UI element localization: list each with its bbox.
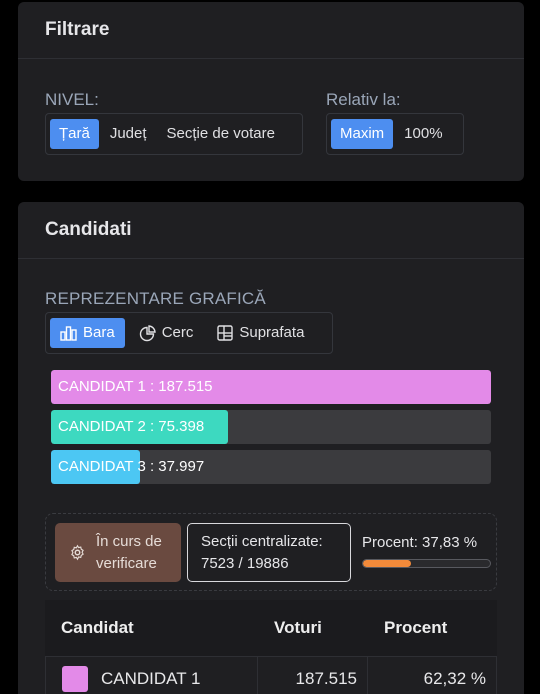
nivel-button-group: Țară Județ Secție de votare [45, 113, 303, 155]
candidate-bars: CANDIDAT 1 : 187.515 CANDIDAT 2 : 75.398… [51, 370, 491, 490]
nivel-label: NIVEL: [45, 90, 99, 109]
representation-label: REPREZENTARE GRAFICĂ [45, 289, 266, 308]
candidate-bar-label: CANDIDAT 1 : 187.515 [58, 378, 213, 395]
nivel-filter: NIVEL: Țară Județ Secție de votare [45, 89, 303, 155]
relativ-button-group: Maxim 100% [326, 113, 464, 155]
table-header: Candidat Voturi Procent [45, 600, 497, 656]
header-candidat[interactable]: Candidat [45, 618, 258, 638]
header-procent[interactable]: Procent [368, 618, 497, 638]
grid-icon [217, 325, 234, 341]
relativ-option-maxim[interactable]: Maxim [331, 119, 394, 149]
candidate-bar-row: CANDIDAT 2 : 75.398 [51, 410, 491, 444]
chart-type-suprafata[interactable]: Suprafata [207, 318, 314, 348]
chart-type-cerc[interactable]: Cerc [129, 318, 204, 348]
gear-icon [71, 544, 84, 561]
relativ-option-100[interactable]: 100% [395, 119, 451, 149]
header-voturi[interactable]: Voturi [258, 618, 368, 638]
chart-type-suprafata-label: Suprafata [239, 324, 305, 341]
candidate-bar-row: CANDIDAT 3 : 37.997 [51, 450, 491, 484]
candidati-title: Candidati [18, 202, 524, 259]
centralizate-box: Secții centralizate: 7523 / 19886 [187, 523, 351, 582]
procent-progress-bar [362, 559, 491, 568]
filter-title: Filtrare [18, 2, 524, 59]
pie-chart-icon [139, 324, 156, 341]
filter-card: Filtrare NIVEL: Țară Județ Secție de vot… [18, 2, 524, 181]
procent-label: Procent: 37,83 % [362, 534, 478, 551]
status-panel: În curs de verificare Secții centralizat… [45, 513, 497, 591]
centralizate-label: Secții centralizate: [201, 533, 323, 550]
cell-procent: 62,32 % [368, 657, 497, 694]
nivel-option-tara[interactable]: Țară [50, 119, 99, 149]
candidati-table: Candidat Voturi Procent CANDIDAT 1 187.5… [45, 600, 497, 694]
cell-voturi: 187.515 [258, 657, 368, 694]
procent-progress-fill [363, 560, 412, 567]
candidate-bar-row: CANDIDAT 1 : 187.515 [51, 370, 491, 404]
candidate-bar-label: CANDIDAT 2 : 75.398 [58, 418, 205, 435]
table-row[interactable]: CANDIDAT 1 187.515 62,32 % [45, 656, 497, 694]
verification-status-label: În curs de verificare [96, 532, 162, 572]
chart-type-button-group: Bara Cerc Suprafata [45, 312, 333, 354]
chart-type-bara-label: Bara [83, 324, 115, 341]
relativ-filter: Relativ la: Maxim 100% [326, 89, 464, 155]
verification-status-button[interactable]: În curs de verificare [55, 523, 181, 582]
candidate-name: CANDIDAT 1 [101, 668, 201, 688]
centralizate-value: 7523 / 19886 [201, 555, 289, 572]
chart-type-bara[interactable]: Bara [50, 318, 125, 348]
candidate-bar-label: CANDIDAT 3 : 37.997 [58, 458, 205, 475]
nivel-option-judet[interactable]: Județ [101, 119, 156, 149]
nivel-option-sectie[interactable]: Secție de votare [158, 119, 284, 149]
candidati-card: Candidati REPREZENTARE GRAFICĂ Bara Cerc… [18, 202, 524, 694]
relativ-label: Relativ la: [326, 90, 401, 109]
bar-chart-icon [60, 326, 77, 341]
cell-candidat: CANDIDAT 1 [45, 657, 258, 694]
candidate-color-swatch [62, 665, 88, 692]
chart-type-cerc-label: Cerc [161, 324, 194, 341]
procent-box: Procent: 37,83 % [357, 523, 491, 582]
